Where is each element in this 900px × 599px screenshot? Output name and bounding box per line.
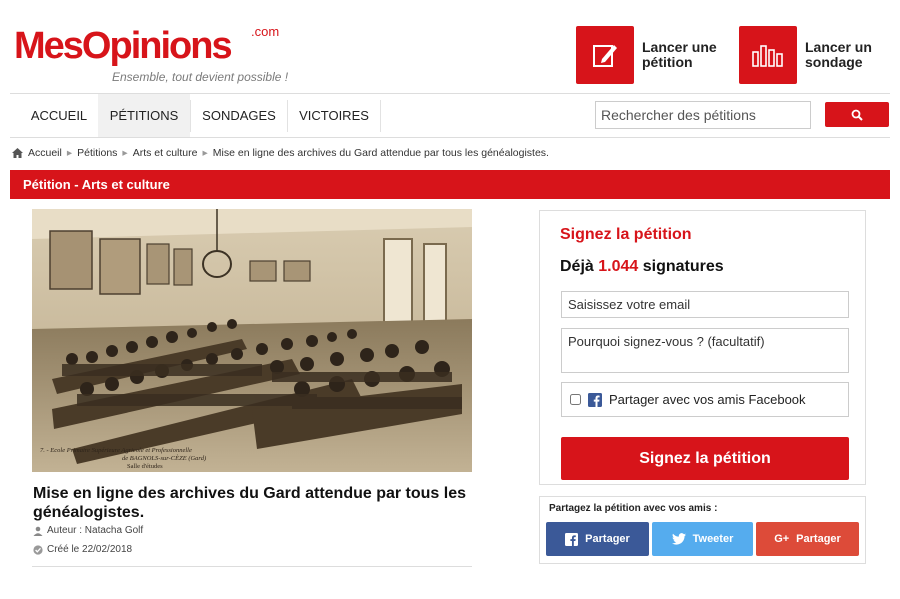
nav-sondages[interactable]: SONDAGES — [191, 94, 287, 137]
home-icon — [12, 148, 23, 158]
search-button[interactable] — [825, 102, 889, 127]
breadcrumb-separator: ▸ — [122, 147, 128, 159]
facebook-icon — [588, 392, 602, 407]
breadcrumb: Accueil ▸ Pétitions ▸ Arts et culture ▸ … — [12, 147, 549, 159]
count-suffix: signatures — [642, 258, 724, 275]
search-icon — [851, 109, 863, 121]
search-input[interactable] — [595, 101, 811, 129]
category-bar: Pétition - Arts et culture — [10, 170, 890, 199]
nav-accueil[interactable]: ACCUEIL — [20, 94, 98, 137]
share-facebook-label: Partager — [585, 533, 630, 545]
nav-petitions[interactable]: PÉTITIONS — [98, 94, 190, 137]
logo-text: MesOpinions — [14, 25, 233, 67]
author-text: Auteur : Natacha Golf — [47, 525, 144, 536]
facebook-share-option[interactable]: Partager avec vos amis Facebook — [561, 382, 849, 417]
share-panel: Partagez la pétition avec vos amis : Par… — [539, 496, 866, 564]
petition-created: Créé le 22/02/2018 — [33, 544, 132, 555]
count-prefix: Déjà — [560, 258, 594, 275]
sign-petition-panel: Signez la pétition Déjà 1.044 signatures… — [539, 210, 866, 485]
petition-title: Mise en ligne des archives du Gard atten… — [33, 485, 467, 521]
petition-author: Auteur : Natacha Golf — [33, 525, 143, 536]
nav-victoires[interactable]: VICTOIRES — [288, 94, 380, 137]
count-number: 1.044 — [598, 258, 639, 275]
breadcrumb-category[interactable]: Arts et culture — [133, 147, 198, 159]
logo-suffix: .com — [251, 24, 280, 39]
created-text: Créé le 22/02/2018 — [47, 544, 133, 555]
launch-survey-label: Lancer un sondage — [805, 39, 872, 70]
launch-petition-button[interactable]: Lancer une pétition — [576, 26, 732, 84]
share-facebook-button[interactable]: Partager — [546, 522, 649, 556]
breadcrumb-petitions[interactable]: Pétitions — [77, 147, 117, 159]
sign-title: Signez la pétition — [560, 226, 692, 243]
launch-survey-button[interactable]: Lancer un sondage — [739, 26, 895, 84]
share-title: Partagez la pétition avec vos amis : — [549, 503, 718, 514]
site-logo[interactable]: MesOpinions .com Ensemble, tout devient … — [14, 24, 288, 84]
photo-caption-1: 7. - Ecole Primaire Supérieure Agricole … — [40, 447, 192, 454]
signature-count: Déjà 1.044 signatures — [560, 258, 724, 276]
facebook-share-checkbox[interactable] — [570, 394, 581, 405]
share-twitter-button[interactable]: Tweeter — [652, 522, 753, 556]
petition-pen-icon — [576, 26, 634, 84]
photo-caption-3: Salle d'études — [127, 463, 163, 470]
facebook-icon — [565, 532, 579, 546]
launch-petition-label: Lancer une pétition — [642, 39, 717, 70]
share-google-button[interactable]: G+ Partager — [756, 522, 859, 556]
breadcrumb-current: Mise en ligne des archives du Gard atten… — [212, 147, 549, 159]
breadcrumb-separator: ▸ — [202, 147, 208, 159]
bar-chart-icon — [739, 26, 797, 84]
breadcrumb-home[interactable]: Accueil — [28, 147, 62, 159]
share-google-label: Partager — [796, 533, 841, 545]
email-field[interactable] — [561, 291, 849, 318]
logo-tagline: Ensemble, tout devient possible ! — [112, 70, 289, 84]
check-circle-icon — [33, 544, 43, 555]
reason-field[interactable] — [561, 328, 849, 373]
sign-petition-button[interactable]: Signez la pétition — [561, 437, 849, 480]
google-plus-icon: G+ — [774, 533, 790, 545]
divider — [32, 566, 472, 567]
twitter-icon — [671, 533, 686, 545]
petition-photo: 7. - Ecole Primaire Supérieure Agricole … — [32, 209, 472, 472]
user-icon — [33, 526, 43, 536]
breadcrumb-separator: ▸ — [66, 147, 73, 159]
share-twitter-label: Tweeter — [692, 533, 734, 545]
facebook-share-label: Partager avec vos amis Facebook — [609, 392, 806, 407]
nav-divider — [380, 100, 381, 132]
photo-caption-2: de BAGNOLS-sur-CÈZE (Gard) — [122, 454, 206, 462]
